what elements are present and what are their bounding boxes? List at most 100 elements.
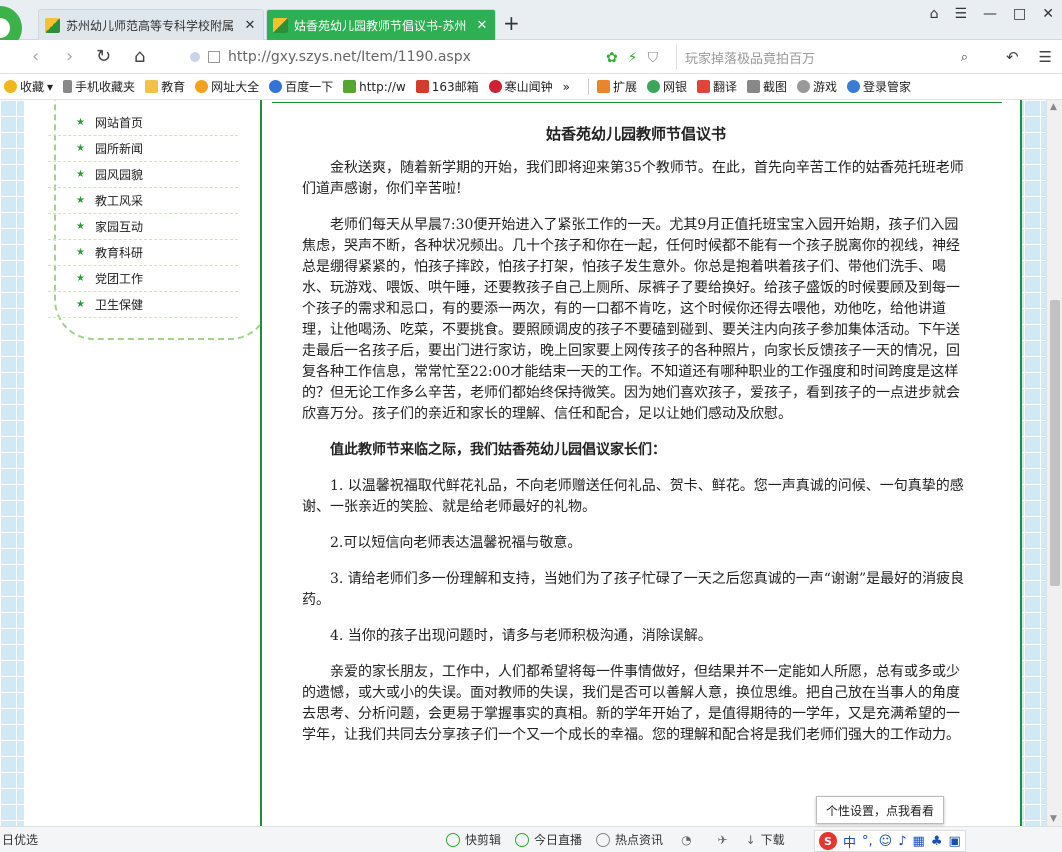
tab-bar: 苏州幼儿师范高等专科学校附属 ✕ 姑香苑幼儿园教师节倡议书-苏州 ✕ + ⌂ ☰… (0, 0, 1062, 50)
daily-picks-link[interactable]: 日优选 (2, 831, 38, 848)
keyboard-icon[interactable]: ▦ (913, 834, 925, 849)
bookmark-label: 163邮箱 (431, 80, 479, 94)
toolbar-label: 翻译 (712, 80, 737, 94)
status-quick-edit[interactable]: 快剪辑 (446, 831, 501, 848)
sidebar-item-news[interactable]: ★ 园所新闻 (48, 136, 238, 162)
bookmarks-bar: 收藏 ▾ 手机收藏夹 教育 网址大全 百度一下 http://w 163邮箱 寒… (0, 74, 1062, 100)
bookmark-163[interactable]: 163邮箱 (415, 78, 479, 95)
url-actions: ✿ ⚡ ⛉ (606, 50, 658, 66)
pin-icon[interactable]: ✈ (718, 833, 728, 847)
toolbar-bank[interactable]: 网银 (646, 78, 687, 95)
sidebar-menu: ★ 网站首页 ★ 园所新闻 ★ 园风园貌 ★ 教工风采 ★ 家园互动 ★ 教育科研 ★ 党团工… (48, 110, 238, 318)
sidebar-item-staff[interactable]: ★ 教工风采 (48, 188, 238, 214)
skin-icon[interactable]: ♣ (931, 834, 943, 849)
search-placeholder: 玩家掉落极品竟拍百万 (685, 51, 816, 67)
sidebar-item-health[interactable]: ★ 卫生保健 (48, 292, 238, 318)
input-method-bar[interactable]: S 中 °, ☺ ♪ ▦ ♣ ▣ (814, 830, 966, 852)
scrollbar-thumb[interactable] (1050, 300, 1060, 586)
undo-icon[interactable]: ↶ (1006, 48, 1019, 66)
tab-article[interactable]: 姑香苑幼儿园教师节倡议书-苏州 ✕ (266, 9, 496, 40)
star-icon: ★ (76, 299, 85, 310)
phone-icon (63, 80, 73, 93)
bookmark-label: 收藏 (20, 80, 45, 94)
url-text[interactable]: http://gxy.szys.net/Item/1190.aspx (228, 49, 471, 65)
search-icon[interactable]: ⌕ (961, 50, 968, 65)
status-live[interactable]: 今日直播 (515, 831, 582, 848)
sidebar-item-interaction[interactable]: ★ 家园互动 (48, 214, 238, 240)
bookmark-hanshan[interactable]: 寒山闻钟 (488, 78, 553, 95)
minimize-icon[interactable]: — (983, 6, 997, 22)
refresh-icon[interactable]: ✿ (606, 50, 618, 66)
ime-mode-label[interactable]: 中 (843, 832, 856, 851)
star-icon (4, 80, 17, 93)
toolbar-extensions[interactable]: 扩展 (596, 78, 637, 95)
menu-icon[interactable]: ☰ (954, 6, 967, 22)
bookmark-label: 网址大全 (211, 80, 260, 94)
toolbar-label: 截图 (763, 80, 788, 94)
sidebar-item-label: 家园互动 (94, 220, 143, 234)
site-favicon-icon (45, 17, 60, 33)
sidebar-item-home[interactable]: ★ 网站首页 (48, 110, 238, 136)
menu-icon[interactable]: ☰ (1039, 48, 1052, 66)
nav-right-tools: ↶ ☰ (1006, 48, 1052, 66)
article-list-item: 3. 请给老师们多一份理解和支持，当她们为了孩子忙碌了一天之后您真诚的一声“谢谢… (302, 571, 965, 608)
bookmark-label: http://w (359, 79, 406, 94)
sidebar-item-research[interactable]: ★ 教育科研 (48, 240, 238, 266)
toolbox-icon[interactable]: ▣ (948, 834, 960, 849)
divider (272, 102, 1002, 103)
sidebar-item-label: 教育科研 (94, 246, 143, 260)
toolbar-games[interactable]: 游戏 (797, 78, 837, 95)
microphone-icon[interactable]: ♪ (898, 834, 906, 849)
article-subheading: 值此教师节来临之际，我们姑香苑幼儿园倡议家长们： (330, 442, 666, 458)
toolbar-login[interactable]: 登录管家 (847, 78, 911, 95)
new-tab-button[interactable]: + (503, 11, 520, 35)
close-window-icon[interactable]: ✕ (1042, 6, 1054, 22)
home-icon[interactable]: ⌂ (134, 46, 145, 68)
bookmark-mobile[interactable]: 手机收藏夹 (63, 78, 135, 95)
maximize-icon[interactable]: □ (1013, 6, 1026, 22)
bookmark-education[interactable]: 教育 (145, 78, 185, 95)
bank-icon (646, 80, 660, 93)
sidebar-item-label: 园所新闻 (94, 142, 143, 156)
shield-icon[interactable]: ⛉ (648, 50, 659, 66)
status-label: 今日直播 (534, 833, 583, 847)
article: 姑香苑幼儿园教师节倡议书 金秋送爽，随着新学期的开始，我们即将迎来第35个教师节… (302, 124, 970, 761)
security-icon (190, 52, 200, 62)
bookmark-baidu[interactable]: 百度一下 (269, 78, 333, 95)
sidebar-item-party[interactable]: ★ 党团工作 (48, 266, 238, 292)
forward-icon[interactable]: › (66, 46, 73, 68)
search-input[interactable]: 玩家掉落极品竟拍百万 ⌕ (676, 44, 976, 70)
toolbar-translate[interactable]: 翻译 (696, 78, 737, 95)
back-icon[interactable]: ‹ (32, 46, 39, 68)
sidebar-item-campus[interactable]: ★ 园风园貌 (48, 162, 238, 188)
scroll-up-icon[interactable]: ▲ (1050, 102, 1057, 112)
toolbar-label: 游戏 (813, 80, 838, 94)
scissors-icon (747, 80, 760, 93)
personalize-tooltip[interactable]: 个性设置，点我看看 (816, 796, 944, 824)
status-download[interactable]: ↓ 下载 (746, 831, 785, 848)
address-bar[interactable]: http://gxy.szys.net/Item/1190.aspx (180, 44, 660, 70)
web-page: ★ 网站首页 ★ 园所新闻 ★ 园风园貌 ★ 教工风采 ★ 家园互动 ★ 教育科研 ★ 党团工… (0, 100, 1046, 826)
tab-title: 苏州幼儿师范高等专科学校附属 (66, 18, 235, 33)
news-icon (596, 832, 611, 847)
bookmark-portal[interactable]: 网址大全 (195, 78, 259, 95)
emoji-icon[interactable]: ☺ (879, 834, 893, 849)
scroll-down-icon[interactable]: ▼ (1050, 814, 1057, 824)
bookmark-favorites[interactable]: 收藏 ▾ (4, 78, 53, 95)
close-icon[interactable]: ✕ (243, 18, 257, 33)
skin-icon[interactable]: ⌂ (930, 6, 939, 22)
more-icon[interactable]: » (563, 80, 570, 94)
status-news[interactable]: 热点资讯 (596, 831, 663, 848)
speed-icon[interactable]: ⚡ (628, 50, 638, 66)
reload-icon[interactable]: ↻ (96, 46, 111, 68)
history-icon[interactable]: ◔ (681, 833, 691, 847)
site-favicon-icon (273, 17, 288, 33)
tab-school[interactable]: 苏州幼儿师范高等专科学校附属 ✕ (38, 9, 264, 40)
bookmark-link[interactable]: http://w (343, 80, 406, 94)
sogou-icon[interactable]: S (819, 832, 837, 850)
toolbar-screenshot[interactable]: 截图 (747, 78, 787, 95)
vertical-scrollbar[interactable]: ▲ ▼ (1046, 100, 1062, 826)
folder-icon (145, 80, 159, 93)
close-icon[interactable]: ✕ (475, 18, 489, 33)
punctuation-icon[interactable]: °, (862, 834, 873, 849)
